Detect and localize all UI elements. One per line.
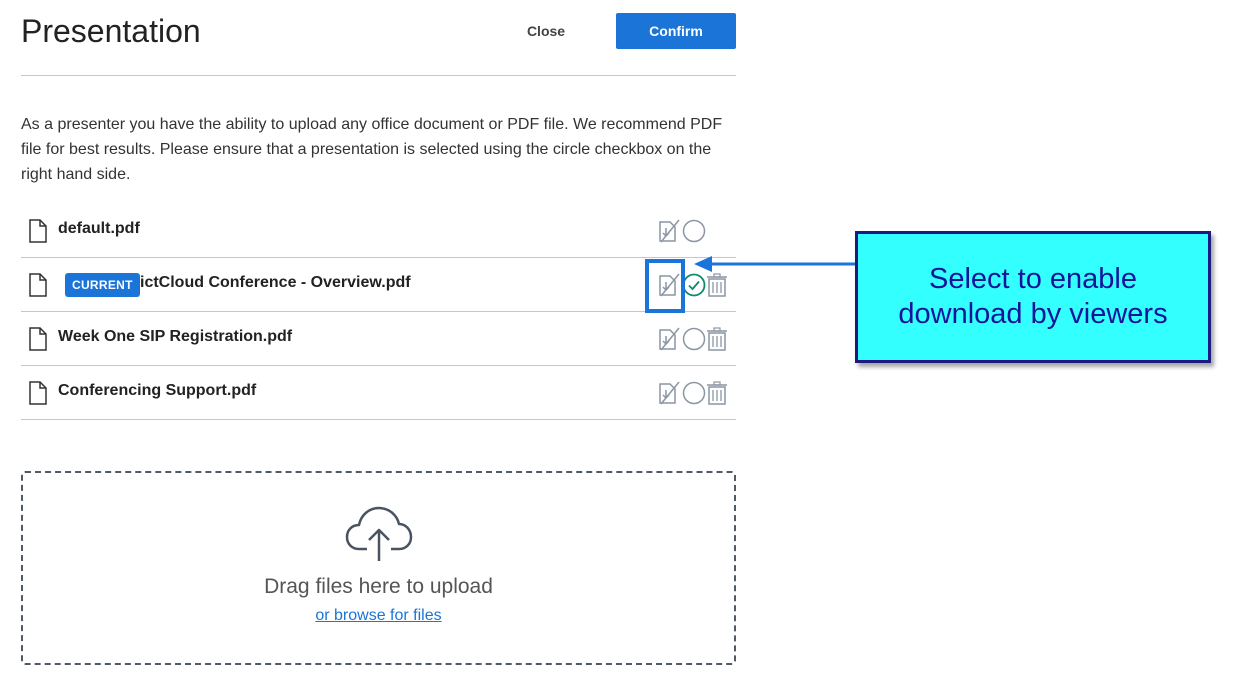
confirm-button[interactable]: Confirm	[616, 13, 736, 49]
file-icon	[29, 381, 47, 405]
close-button[interactable]: Close	[506, 14, 586, 48]
file-name[interactable]: default.pdf	[58, 220, 140, 238]
trash-icon[interactable]	[707, 327, 727, 351]
page-title: Presentation	[21, 13, 201, 49]
callout-line-1: Select to enable	[929, 263, 1137, 295]
browse-files-link[interactable]: or browse for files	[23, 607, 734, 625]
file-row: Conferencing Support.pdf	[21, 366, 736, 420]
file-row: CURRENT ictCloud Conference - Overview.p…	[21, 258, 736, 312]
callout-line-2: download by viewers	[898, 298, 1168, 330]
presentation-modal: Presentation Close Confirm As a presente…	[21, 0, 736, 699]
file-row: default.pdf	[21, 204, 736, 258]
select-circle-icon[interactable]	[682, 219, 706, 243]
drag-files-text: Drag files here to upload	[264, 575, 493, 598]
modal-header: Presentation Close Confirm	[21, 0, 736, 76]
download-toggle-icon[interactable]	[657, 219, 681, 243]
file-row: Week One SIP Registration.pdf	[21, 312, 736, 366]
download-toggle-icon[interactable]	[657, 381, 681, 405]
file-name[interactable]: Conferencing Support.pdf	[58, 382, 256, 400]
download-toggle-icon[interactable]	[657, 273, 681, 297]
file-icon	[29, 219, 47, 243]
file-name[interactable]: Week One SIP Registration.pdf	[58, 328, 292, 346]
intro-text: As a presenter you have the ability to u…	[21, 116, 723, 183]
select-circle-icon[interactable]	[682, 327, 706, 351]
trash-icon[interactable]	[707, 381, 727, 405]
file-list: default.pdf CURRENT ictCloud Conference …	[21, 204, 736, 420]
download-toggle-icon[interactable]	[657, 327, 681, 351]
trash-icon[interactable]	[707, 273, 727, 297]
select-circle-icon[interactable]	[682, 381, 706, 405]
file-icon	[29, 273, 47, 297]
check-circle-icon[interactable]	[682, 273, 706, 297]
cloud-upload-icon	[345, 506, 413, 561]
file-icon	[29, 327, 47, 351]
file-name[interactable]: ictCloud Conference - Overview.pdf	[140, 274, 411, 292]
upload-dropzone[interactable]: Drag files here to upload or browse for …	[21, 471, 736, 665]
annotation-callout: Select to enable download by viewers	[855, 231, 1211, 363]
current-badge: CURRENT	[65, 273, 140, 297]
